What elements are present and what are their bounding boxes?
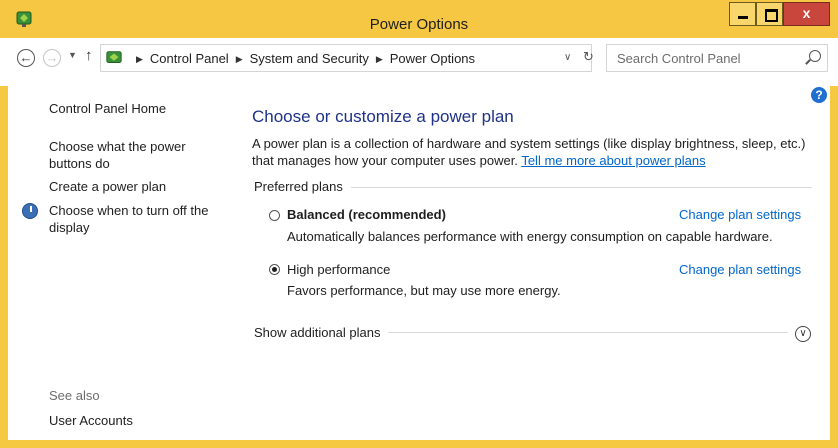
window-title: Power Options <box>369 16 469 33</box>
sidebar-link-turn-off-display[interactable]: Choose when to turn off the display <box>49 202 219 236</box>
display-timer-icon <box>22 203 38 219</box>
breadcrumb: ▶ Control Panel ▶ System and Security ▶ Power… <box>129 51 475 66</box>
search-icon[interactable] <box>809 50 821 62</box>
show-additional-plans-label[interactable]: Show additional plans <box>254 325 389 340</box>
maximize-button[interactable] <box>756 2 783 26</box>
breadcrumb-power-options[interactable]: Power Options <box>390 51 475 66</box>
change-plan-settings-high-performance[interactable]: Change plan settings <box>679 262 801 277</box>
content-area: Control Panel Home Choose what the power… <box>8 82 830 440</box>
up-arrow-icon[interactable]: ↑ <box>85 47 93 64</box>
change-plan-settings-balanced[interactable]: Change plan settings <box>679 207 801 222</box>
close-button[interactable]: x <box>783 2 830 26</box>
maximize-icon <box>765 9 778 22</box>
forward-arrow-icon[interactable]: → <box>43 49 61 67</box>
breadcrumb-separator-icon[interactable]: ▶ <box>136 54 143 64</box>
plan-description-high-performance: Favors performance, but may use more ene… <box>287 283 561 298</box>
breadcrumb-separator-icon[interactable]: ▶ <box>236 54 243 64</box>
breadcrumb-system-and-security[interactable]: System and Security <box>250 51 369 66</box>
sidebar-link-control-panel-home[interactable]: Control Panel Home <box>49 100 166 117</box>
help-icon[interactable]: ? <box>811 87 827 103</box>
plan-name-balanced[interactable]: Balanced (recommended) <box>287 207 446 222</box>
preferred-plans-label: Preferred plans <box>254 179 351 194</box>
power-options-window: Power Options x ← → ▼ ↑ ▶ Control Panel ▶ S… <box>0 0 838 448</box>
chevron-down-icon[interactable]: ∨ <box>795 326 811 342</box>
radio-high-performance[interactable] <box>269 264 280 275</box>
back-arrow-icon[interactable]: ← <box>17 49 35 67</box>
recent-locations-chevron-icon[interactable]: ▼ <box>68 50 77 60</box>
search-input[interactable] <box>615 50 799 67</box>
plan-description-balanced: Automatically balances performance with … <box>287 229 773 244</box>
address-dropdown-icon[interactable]: ∨ <box>564 52 571 63</box>
see-also-label: See also <box>49 388 100 403</box>
address-bar[interactable]: ▶ Control Panel ▶ System and Security ▶ Power… <box>100 44 594 72</box>
navigation-bar: ← → ▼ ↑ ▶ Control Panel ▶ System and Securi… <box>8 44 830 78</box>
search-box[interactable] <box>606 44 828 72</box>
sidebar-link-create-power-plan[interactable]: Create a power plan <box>49 178 166 195</box>
minimize-icon <box>738 16 748 19</box>
sidebar-link-user-accounts[interactable]: User Accounts <box>49 412 133 429</box>
plan-name-high-performance[interactable]: High performance <box>287 262 390 277</box>
breadcrumb-control-panel[interactable]: Control Panel <box>150 51 229 66</box>
control-panel-icon <box>106 51 122 63</box>
radio-balanced[interactable] <box>269 210 280 221</box>
learn-more-link[interactable]: Tell me more about power plans <box>521 153 705 168</box>
page-description: A power plan is a collection of hardware… <box>252 135 812 169</box>
refresh-icon[interactable]: ↻ <box>583 49 594 65</box>
sidebar-link-power-buttons[interactable]: Choose what the power buttons do <box>49 138 199 172</box>
minimize-button[interactable] <box>729 2 756 26</box>
title-bar: Power Options x <box>0 0 838 38</box>
page-title: Choose or customize a power plan <box>252 107 514 126</box>
close-icon: x <box>802 5 811 21</box>
breadcrumb-separator-icon[interactable]: ▶ <box>376 54 383 64</box>
